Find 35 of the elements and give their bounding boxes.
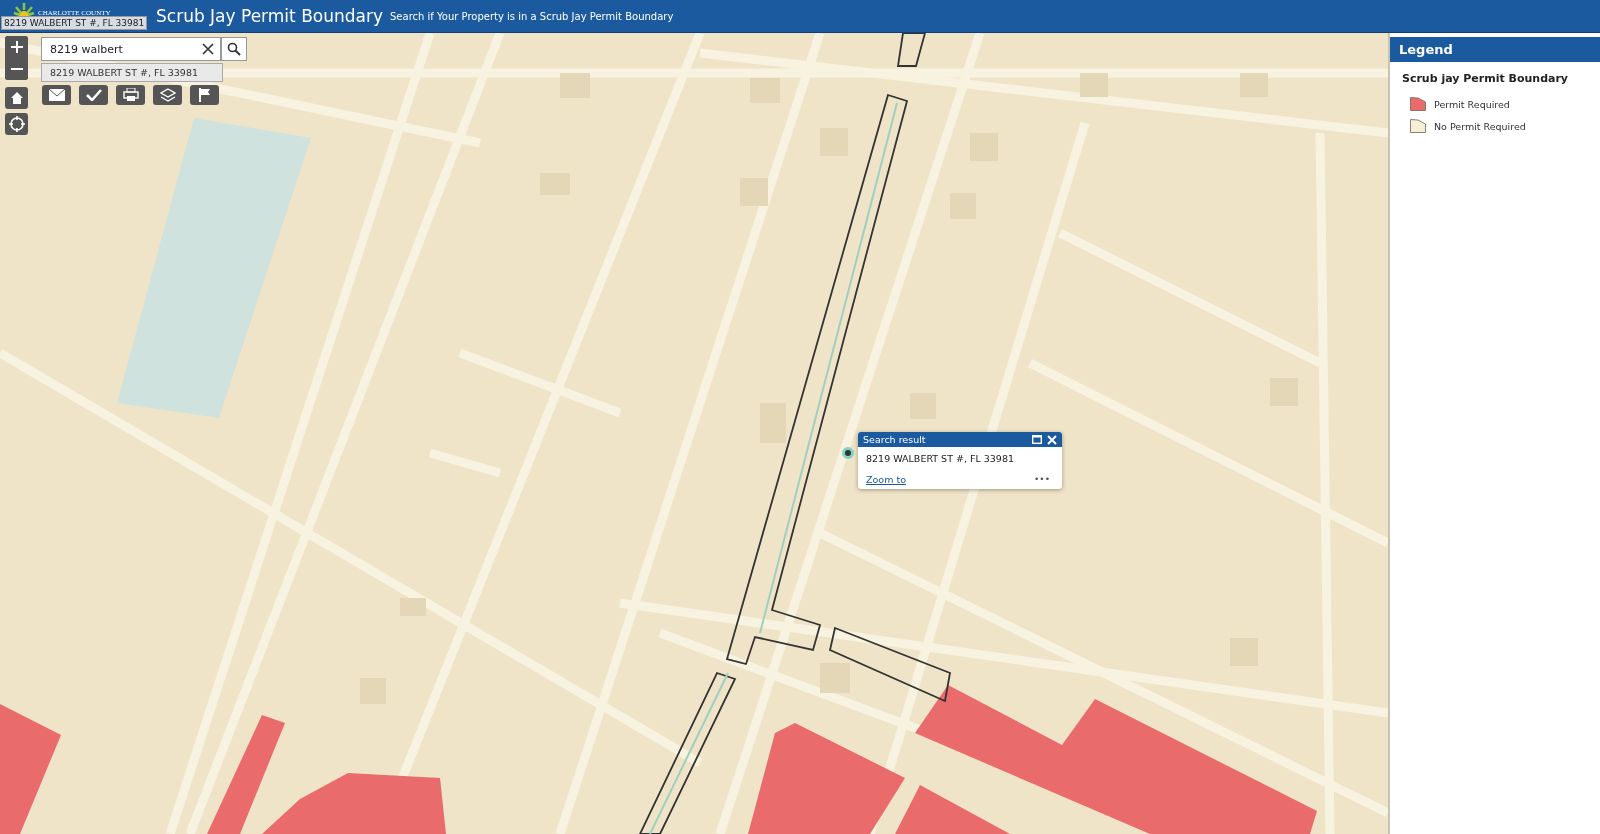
legend-swatch-icon [1410, 119, 1426, 133]
search-suggestion[interactable]: 8219 WALBERT ST #, FL 33981 [41, 63, 223, 82]
legend-layer-title: Scrub jay Permit Boundary [1401, 71, 1570, 87]
legend-label: No Permit Required [1434, 120, 1526, 132]
legend-swatch-icon [1410, 97, 1426, 111]
address-tooltip: 8219 WALBERT ST #, FL 33981 [1, 16, 148, 30]
printer-icon [122, 88, 139, 102]
search-field[interactable]: 8219 walbert [41, 37, 221, 61]
flag-button[interactable] [190, 85, 219, 105]
zoom-to-link[interactable]: Zoom to [866, 474, 906, 485]
search-icon [227, 42, 241, 56]
more-options-button[interactable]: ••• [1034, 474, 1050, 485]
legend-label: Permit Required [1434, 98, 1510, 110]
flag-icon [197, 88, 212, 102]
home-icon [9, 91, 24, 105]
check-button[interactable] [79, 85, 108, 105]
search-button[interactable] [221, 37, 247, 61]
envelope-button[interactable] [42, 85, 71, 105]
layers-button[interactable] [153, 85, 182, 105]
maximize-icon[interactable] [1032, 435, 1042, 444]
home-button[interactable] [5, 87, 28, 109]
crosshair-icon [8, 116, 25, 132]
envelope-icon [48, 89, 65, 101]
locate-button[interactable] [5, 113, 28, 135]
close-icon[interactable] [1047, 434, 1057, 445]
app-subtitle: Search if Your Property is in a Scrub Jay Permit Boundary [390, 10, 674, 22]
check-icon [85, 89, 102, 101]
layers-icon [159, 88, 176, 102]
popup-address: 8219 WALBERT ST #, FL 33981 [865, 452, 1015, 466]
print-button[interactable] [116, 85, 145, 105]
popup-title: Search result [863, 434, 927, 445]
legend-title: Legend [1390, 37, 1600, 62]
clear-icon[interactable] [202, 43, 214, 55]
plus-icon [10, 41, 23, 53]
app-title: Scrub Jay Permit Boundary [156, 6, 384, 26]
